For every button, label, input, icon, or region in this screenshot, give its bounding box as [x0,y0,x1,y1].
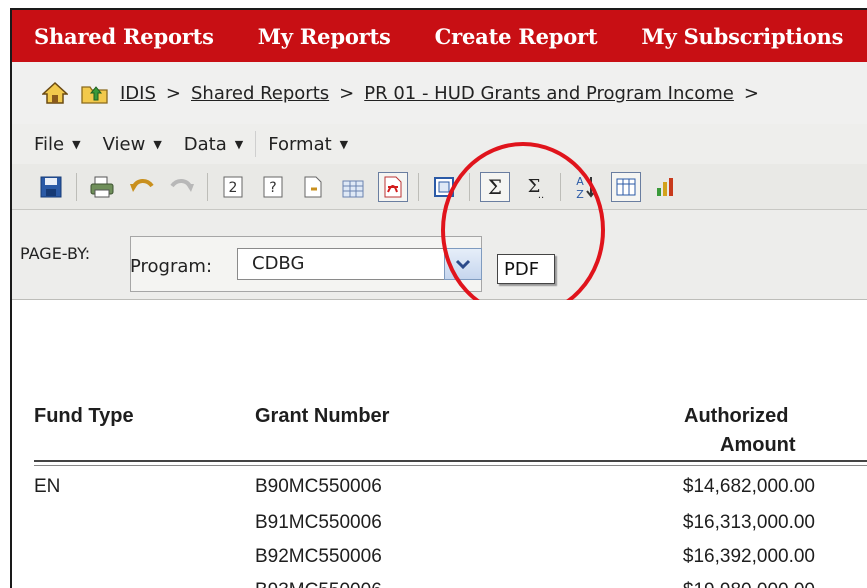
sort-icon[interactable]: AZ [571,172,601,202]
breadcrumb-report[interactable]: PR 01 - HUD Grants and Program Income [364,83,734,104]
breadcrumb-shared-reports[interactable]: Shared Reports [191,83,329,104]
header-amount: Amount [720,434,796,456]
grid-icon[interactable] [611,171,641,202]
home-icon[interactable] [42,81,68,105]
svg-text:..: .. [538,190,544,199]
pdf-tooltip: PDF [497,254,555,284]
subtotal-icon[interactable]: Σ.. [520,172,550,202]
page-icon[interactable] [429,172,459,202]
grant-number-cell: B92MC550006 [255,546,382,567]
toolbar-divider [418,172,419,201]
page-by-label: PAGE-BY: [20,244,91,263]
nav-create-report[interactable]: Create Report [435,24,598,49]
menu-file[interactable]: File ▼ [34,134,81,155]
menu-divider [255,131,257,157]
sum-icon[interactable]: Σ [480,171,510,202]
header-divider [34,460,867,462]
toolbar-divider [207,172,208,201]
svg-text:Σ: Σ [488,175,502,199]
chart-icon[interactable] [651,172,681,202]
breadcrumb-separator: > [339,82,355,104]
menu-format[interactable]: Format ▼ [268,134,348,155]
toolbar-divider [469,172,470,201]
print-icon[interactable] [87,172,117,202]
svg-text:?: ? [269,180,276,196]
grant-number-cell: B90MC550006 [255,476,382,497]
grant-number-cell: B91MC550006 [255,512,382,533]
help-icon[interactable]: ? [258,172,288,202]
pdf-icon[interactable] [378,171,408,202]
menu-data[interactable]: Data ▼ [184,134,243,155]
toolbar-divider [76,172,77,201]
svg-text:Z: Z [576,188,584,200]
menu-bar: File ▼ View ▼ Data ▼ Format ▼ [12,124,867,164]
fund-type-cell: EN [34,476,61,497]
top-nav: Shared Reports My Reports Create Report … [12,10,867,62]
chevron-down-icon: ▼ [234,137,244,151]
folder-up-icon[interactable] [80,81,110,105]
page-by-bar: PAGE-BY: Program: CDBG [12,210,867,300]
breadcrumb-idis[interactable]: IDIS [120,83,156,104]
undo-icon[interactable] [127,172,157,202]
redo-icon[interactable] [167,172,197,202]
nav-my-subscriptions[interactable]: My Subscriptions [641,24,843,49]
header-divider [34,465,867,466]
menu-view[interactable]: View ▼ [103,134,162,155]
program-dropdown-button[interactable] [444,248,482,280]
amount-cell: $14,682,000.00 [682,476,815,497]
refresh-icon[interactable]: 2 [218,172,248,202]
chevron-down-icon: ▼ [153,137,162,151]
breadcrumb-separator: > [165,82,181,104]
app-window: Shared Reports My Reports Create Report … [10,8,867,588]
nav-my-reports[interactable]: My Reports [258,24,391,49]
grant-number-cell: B93MC550006 [255,580,382,588]
chevron-down-icon: ▼ [72,137,81,151]
toolbar: 2 ? Σ Σ.. AZ [12,164,867,210]
header-fund-type: Fund Type [34,405,134,427]
program-label: Program: [130,256,213,277]
nav-shared-reports[interactable]: Shared Reports [34,24,214,49]
export-icon[interactable] [298,172,328,202]
svg-text:2: 2 [229,180,238,196]
amount-cell: $16,313,000.00 [682,512,815,533]
chevron-down-icon [455,259,471,270]
svg-text:A: A [576,175,584,188]
toolbar-divider [560,172,561,201]
amount-cell: $19,980,000.00 [615,580,815,588]
header-grant-number: Grant Number [255,405,390,427]
breadcrumb: IDIS > Shared Reports > PR 01 - HUD Gran… [12,62,867,124]
chevron-down-icon: ▼ [339,137,349,151]
breadcrumb-separator: > [743,82,759,104]
excel-icon[interactable] [338,172,368,202]
save-icon[interactable] [36,172,66,202]
header-authorized: Authorized [684,405,789,427]
report-table: Fund Type Grant Number Authorized Amount… [12,300,867,588]
amount-cell: $16,392,000.00 [682,546,815,567]
